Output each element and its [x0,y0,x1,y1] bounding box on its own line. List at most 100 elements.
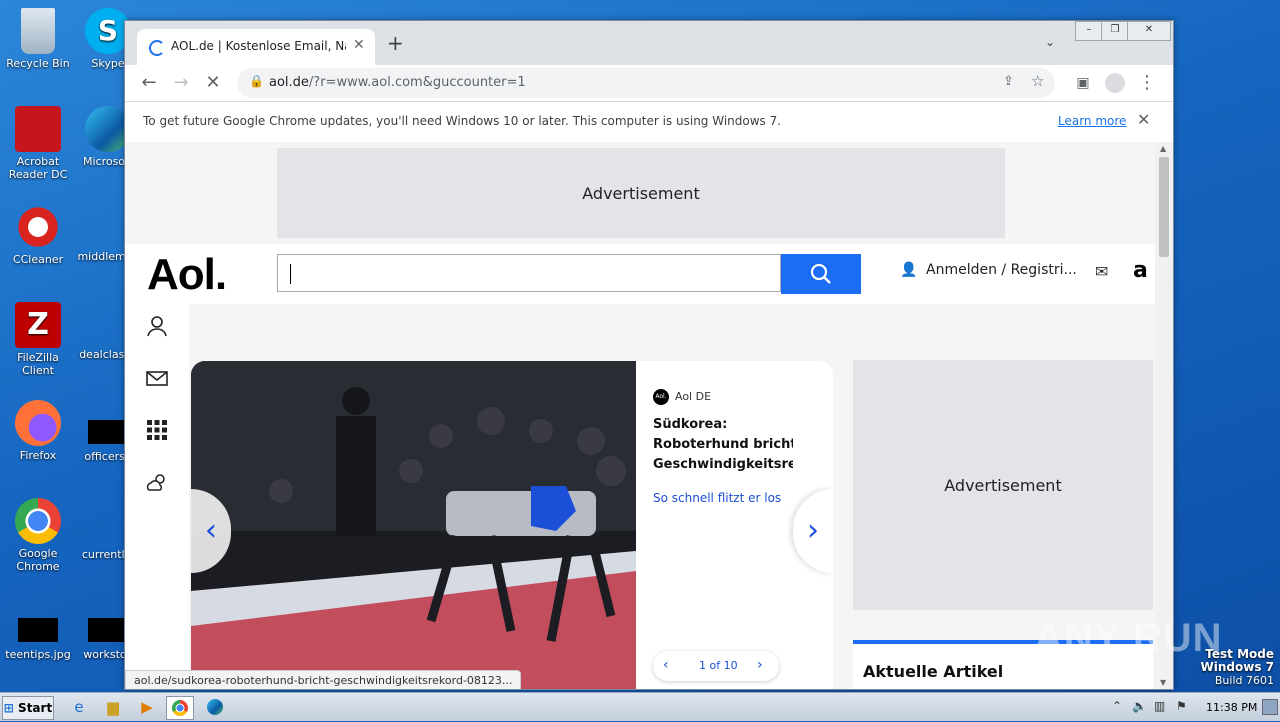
carousel-next-button[interactable]: › [793,489,833,573]
desktop-icon-firefox[interactable]: Firefox [0,400,76,462]
vertical-scrollbar[interactable]: ▲ ▼ [1155,142,1173,689]
desktop-icon-ccleaner[interactable]: CCleaner [0,204,76,266]
mail-icon[interactable]: ✉ [1095,262,1108,281]
chrome-menu-icon[interactable]: ⋮ [1135,71,1159,95]
browser-window: AOL.de | Kostenlose Email, Nachrichten ✕… [124,20,1174,690]
pager-next-icon[interactable]: › [757,657,763,673]
sidenav-apps-grid-icon[interactable] [145,418,169,442]
article-source: Aol. Aol DE [653,389,711,405]
desktop-icon-label: CCleaner [12,253,64,266]
tab-close-icon[interactable]: ✕ [353,37,365,53]
chrome-icon [15,498,61,544]
filezilla-icon: Z [15,302,61,348]
desktop-icon-chrome[interactable]: Google Chrome [0,498,76,573]
file-icon [88,618,128,642]
tray-expand-icon[interactable]: ⌃ [1112,699,1122,713]
bookmark-star-icon[interactable]: ☆ [1031,72,1044,90]
desktop-icon-acrobat[interactable]: Acrobat Reader DC [0,106,76,181]
windows-logo-icon: ⊞ [3,701,14,715]
sidenav-user-icon[interactable] [145,314,169,338]
tab-aol[interactable]: AOL.de | Kostenlose Email, Nachrichten ✕ [137,29,375,65]
url-domain: aol.de [269,75,309,90]
taskbar-chrome-icon[interactable] [166,696,194,720]
ccleaner-icon [15,204,61,250]
restore-button[interactable]: ❐ [1101,21,1129,41]
amazon-icon[interactable]: a [1133,258,1148,283]
search-icon [810,263,831,284]
pager-prev-icon[interactable]: ‹ [663,657,669,673]
testmode-line1: Test Mode [1205,647,1274,661]
window-close-button[interactable]: ✕ [1127,21,1171,41]
desktop-icon-label: teentips.jpg [5,648,71,661]
network-icon[interactable]: ▥ [1154,699,1165,713]
side-nav [125,304,189,689]
desktop-icon-filezilla[interactable]: Z FileZilla Client [0,302,76,377]
infobar-message: To get future Google Chrome updates, you… [143,114,782,128]
desktop-icon-recycle-bin[interactable]: Recycle Bin [0,8,76,70]
minimize-button[interactable]: – [1075,21,1103,41]
forward-button[interactable]: → [169,71,193,95]
desktop-icon-teentips[interactable]: teentips.jpg [0,618,76,661]
infobar-close-icon[interactable]: ✕ [1137,110,1150,129]
image-icon [18,618,58,642]
test-mode-notice: Test Mode Windows 7 Build 7601 [1201,647,1274,688]
aol-logo[interactable]: Aol. [147,250,227,300]
article-sublink[interactable]: So schnell flitzt er los [653,491,781,505]
search-button[interactable] [781,254,861,294]
article-photo[interactable] [191,361,636,689]
robot-dog-photo [191,361,636,689]
recycle-bin-icon [21,8,55,54]
learn-more-link[interactable]: Learn more [1058,114,1126,128]
update-infobar: To get future Google Chrome updates, you… [125,101,1173,143]
search-input[interactable] [277,254,781,292]
headline-line: Roboterhund bricht [653,437,793,452]
desktop-icon-label: FileZilla Client [17,351,59,377]
text-caret [290,264,291,284]
share-icon[interactable]: ⇪ [1003,74,1014,89]
desktop-icon-label: Skype [91,57,125,70]
page-content: Advertisement Aol. 👤 Anmelden / Registri.… [125,142,1155,689]
tab-strip: AOL.de | Kostenlose Email, Nachrichten ✕… [125,21,1173,65]
lock-icon[interactable]: 🔒 [249,74,264,88]
sidenav-mail-icon[interactable] [145,366,169,390]
loading-spinner-icon [149,40,165,56]
firefox-icon [15,400,61,446]
profile-icon[interactable] [1103,71,1127,95]
user-icon: 👤 [900,262,918,278]
source-name: Aol DE [675,390,712,403]
scrollbar-thumb[interactable] [1159,157,1169,257]
show-desktop-button[interactable] [1262,699,1278,715]
address-bar[interactable]: 🔒 aol.de/?r=www.aol.com&guccounter=1 ⇪ ☆ [237,68,1055,98]
side-panel-icon[interactable]: ▣ [1071,71,1095,95]
top-advertisement[interactable]: Advertisement [277,148,1005,238]
signin-link[interactable]: 👤 Anmelden / Registri... [900,262,1077,278]
action-center-icon[interactable]: ⚑ [1176,699,1187,713]
signin-label: Anmelden / Registri... [926,262,1077,278]
aol-header: Aol. 👤 Anmelden / Registri... ✉ a [125,244,1155,304]
scroll-up-icon[interactable]: ▲ [1160,144,1166,153]
start-button[interactable]: ⊞ Start [2,696,54,720]
taskbar-ie-icon[interactable]: e [66,696,92,718]
scroll-down-icon[interactable]: ▼ [1160,678,1166,687]
carousel-pager: ‹ 1 of 10 › [653,651,779,681]
headline-line: Südkorea: [653,417,728,432]
desktop-icon-label: Recycle Bin [6,57,70,70]
headline-line: Geschwindigkeitsrekord [653,457,793,472]
taskbar-edge-icon[interactable] [202,696,228,718]
taskbar: ⊞ Start e ▆ ▶ ⌃ 🔈 ▥ ⚑ 11:38 PM [0,692,1280,721]
aktuelle-heading: Aktuelle Artikel [863,662,1004,681]
sidenav-weather-icon[interactable] [145,470,169,494]
ad-label: Advertisement [944,476,1062,495]
new-tab-button[interactable]: + [387,31,404,55]
volume-icon[interactable]: 🔈 [1132,699,1147,713]
stop-loading-button[interactable]: ✕ [201,71,225,95]
taskbar-media-player-icon[interactable]: ▶ [134,696,160,718]
pager-text: 1 of 10 [699,659,738,672]
clock[interactable]: 11:38 PM [1206,701,1257,714]
tab-search-chevron-icon[interactable]: ⌄ [1045,35,1055,49]
taskbar-explorer-icon[interactable]: ▆ [100,696,126,718]
desktop-icon-label: Google Chrome [16,547,60,573]
side-advertisement[interactable]: Advertisement [853,360,1153,610]
back-button[interactable]: ← [137,71,161,95]
article-headline[interactable]: Südkorea: Roboterhund bricht Geschwindig… [653,415,793,475]
